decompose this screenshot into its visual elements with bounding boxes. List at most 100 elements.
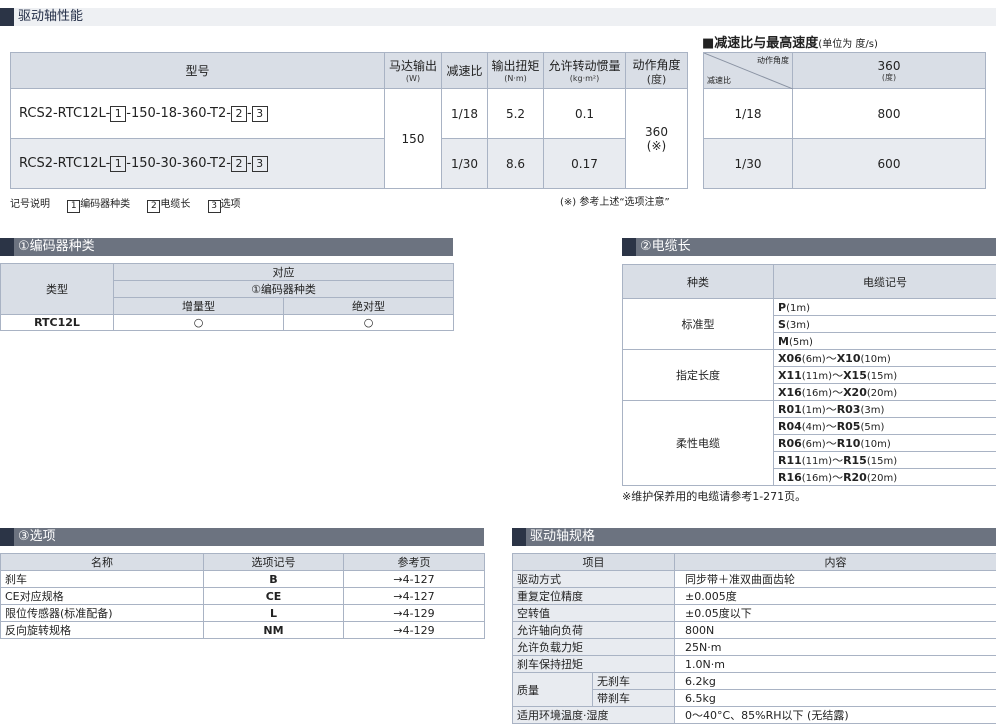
spec-table: 项目 内容 驱动方式 同步带＋准双曲面齿轮 重复定位精度 ±0.005度 空转值 ±0… (512, 553, 996, 724)
cable-group-name: 柔性电缆 (622, 400, 774, 486)
model-row-1: RCS2-RTC12L- 1 -150-18-360-T2- 2-3 (10, 88, 385, 139)
spec-item: 重复定位精度 (512, 587, 675, 605)
diagonal-header: 动作角度 减速比 (703, 52, 793, 89)
option-code: B (203, 570, 344, 588)
spec-value: 0～40°C、85%RH以下 (无结露) (674, 706, 996, 724)
section-title-options: ③选项 (0, 528, 484, 546)
cable-code: R06(6m)～R10(10m) (773, 434, 996, 452)
option-page: →4-127 (343, 570, 485, 588)
section-title-performance: 驱动轴性能 (0, 8, 996, 26)
options-header: 名称 (0, 553, 204, 571)
header-model: 型号 (10, 52, 385, 89)
option-page: →4-127 (343, 587, 485, 605)
spec-item-mass: 质量 (512, 672, 593, 707)
section-marker-icon (622, 238, 636, 256)
symbol-legend: 记号说明 1 编码器种类 2 电缆长 3 选项 (10, 199, 241, 213)
cable-note: ※维护保养用的电缆请参考1-271页。 (622, 490, 807, 503)
section-marker-icon (0, 8, 14, 26)
spec-value: ±0.005度 (674, 587, 996, 605)
spec-header: 项目 (512, 553, 675, 571)
option-code: CE (203, 587, 344, 605)
cable-code: R01(1m)～R03(3m) (773, 400, 996, 418)
torque-value: 5.2 (487, 88, 544, 139)
performance-table: 型号 马达输出 (W) 减速比 输出扭矩 (N·m) 允许转动惯量 (kg·m²) 动… (10, 52, 688, 189)
cable-group-name: 标准型 (622, 298, 774, 350)
cable-code: R11(11m)～R15(15m) (773, 451, 996, 469)
section-marker-icon (0, 238, 14, 256)
header-angle: 动作角度 (度) (625, 52, 688, 89)
spec-item: 适用环境温度·湿度 (512, 706, 675, 724)
speed-col-header: 360 (度) (792, 52, 986, 89)
spec-value: 800N (674, 621, 996, 639)
torque-value: 8.6 (487, 138, 544, 189)
spec-item: 驱动方式 (512, 570, 675, 588)
options-header: 选项记号 (203, 553, 344, 571)
circle-icon: ○ (283, 314, 454, 331)
header-ratio: 减速比 (441, 52, 488, 89)
section-title-encoder: ①编码器种类 (0, 238, 453, 256)
section-marker-icon (0, 528, 14, 546)
cable-code: R16(16m)～R20(20m) (773, 468, 996, 486)
spec-item: 刹车保持扭矩 (512, 655, 675, 673)
option-code: NM (203, 621, 344, 639)
motor-output-value: 150 (384, 88, 442, 189)
speed-ratio: 1/30 (703, 138, 793, 189)
ratio-value: 1/18 (441, 88, 488, 139)
speed-value: 600 (792, 138, 986, 189)
spec-item: 允许负载力矩 (512, 638, 675, 656)
header-torque: 输出扭矩 (N·m) (487, 52, 544, 89)
option-code: L (203, 604, 344, 622)
performance-note: (※) 参考上述“选项注意” (560, 197, 670, 208)
spec-header: 内容 (674, 553, 996, 571)
option-name: CE对应规格 (0, 587, 204, 605)
inertia-value: 0.1 (543, 88, 626, 139)
spec-item: 空转值 (512, 604, 675, 622)
spec-value: 6.2kg (674, 672, 996, 690)
cable-code: P(1m) (773, 298, 996, 316)
angle-value: 360 (※) (625, 88, 688, 189)
cable-code-header: 电缆记号 (773, 264, 996, 299)
cable-kind-header: 种类 (622, 264, 774, 299)
circle-icon: ○ (113, 314, 284, 331)
cable-code: X11(11m)～X15(15m) (773, 366, 996, 384)
encoder-incremental: 增量型 (113, 297, 284, 315)
spec-value: 25N·m (674, 638, 996, 656)
encoder-row-label: RTC12L (0, 314, 114, 331)
speed-ratio: 1/18 (703, 88, 793, 139)
option-name: 刹车 (0, 570, 204, 588)
cable-code: R04(4m)～R05(5m) (773, 417, 996, 435)
spec-value: 同步带＋准双曲面齿轮 (674, 570, 996, 588)
option-page: →4-129 (343, 621, 485, 639)
cable-table: 种类 电缆记号 标准型 P(1m) S(3m) M(5m) 指定长度 X06(6… (622, 264, 996, 486)
header-motor: 马达输出 (W) (384, 52, 442, 89)
inertia-value: 0.17 (543, 138, 626, 189)
cable-code: M(5m) (773, 332, 996, 350)
cable-group-name: 指定长度 (622, 349, 774, 401)
spec-item: 允许轴向负荷 (512, 621, 675, 639)
cable-code: X06(6m)～X10(10m) (773, 349, 996, 367)
options-header: 参考页 (343, 553, 485, 571)
encoder-absolute: 绝对型 (283, 297, 454, 315)
header-inertia: 允许转动惯量 (kg·m²) (543, 52, 626, 89)
section-title-spec: 驱动轴规格 (512, 528, 996, 546)
spec-subitem: 无刹车 (592, 672, 675, 690)
option-name: 反向旋转规格 (0, 621, 204, 639)
options-table: 名称 选项记号 参考页 刹车 B →4-127 CE对应规格 CE →4-127 限位传… (0, 553, 485, 639)
encoder-corr-sub: ①编码器种类 (113, 280, 454, 298)
speed-title: ■减速比与最高速度(单位为 度/s) (702, 36, 878, 51)
model-row-2: RCS2-RTC12L- 1 -150-30-360-T2- 2-3 (10, 138, 385, 189)
section-marker-icon (512, 528, 526, 546)
encoder-corr-header: 对应 (113, 263, 454, 281)
spec-subitem: 带刹车 (592, 689, 675, 707)
spec-value: 6.5kg (674, 689, 996, 707)
spec-value: 1.0N·m (674, 655, 996, 673)
cable-code: S(3m) (773, 315, 996, 333)
cable-code: X16(16m)～X20(20m) (773, 383, 996, 401)
encoder-type-header: 类型 (0, 263, 114, 315)
section-title-cable: ②电缆长 (622, 238, 996, 256)
speed-table: 动作角度 减速比 360 (度) 1/18 800 1/30 600 (703, 52, 986, 189)
encoder-table: 类型 对应 ①编码器种类 增量型 绝对型 RTC12L ○ ○ (0, 263, 454, 331)
option-name: 限位传感器(标准配备) (0, 604, 204, 622)
ratio-value: 1/30 (441, 138, 488, 189)
option-page: →4-129 (343, 604, 485, 622)
